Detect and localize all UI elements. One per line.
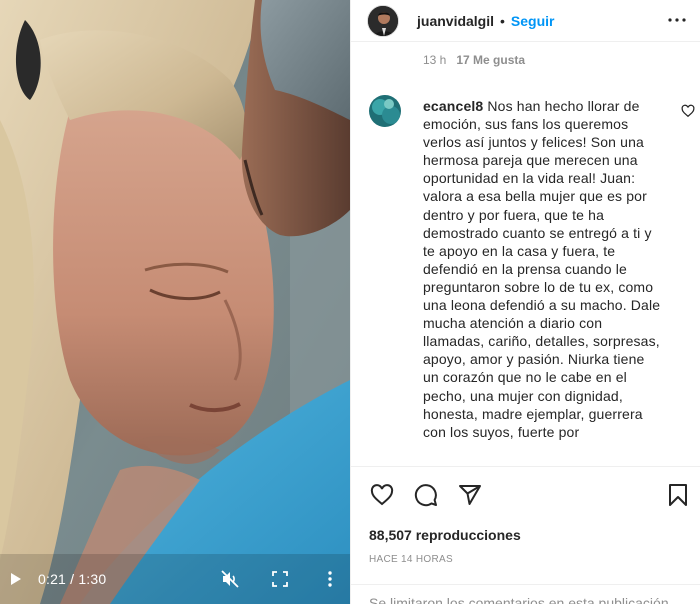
video-time: 0:21 / 1:30: [38, 571, 107, 587]
comment-body: ecancel8 Nos han hecho llorar de emoción…: [423, 97, 661, 441]
video-player[interactable]: 0:21 / 1:30: [0, 0, 350, 604]
view-count[interactable]: 88,507 reproducciones: [369, 527, 521, 543]
post-actions: [351, 466, 700, 522]
share-icon[interactable]: [457, 482, 483, 508]
time-ago: 13 h: [423, 53, 447, 67]
heart-icon[interactable]: [369, 482, 395, 508]
post-header: juanvidalgil • Seguir: [351, 0, 700, 42]
comment-icon[interactable]: [413, 482, 439, 508]
like-comment-heart-icon[interactable]: [681, 104, 695, 118]
comment-text: Nos han hecho llorar de emoción, sus fan…: [423, 98, 661, 440]
video-frame: [0, 0, 350, 604]
follow-button[interactable]: Seguir: [511, 13, 555, 29]
comment-meta: 13 h 17 Me gusta: [423, 53, 525, 67]
separator-dot: •: [500, 12, 505, 29]
play-icon[interactable]: [8, 571, 24, 587]
video-controls: 0:21 / 1:30: [0, 554, 350, 604]
comment-item: ecancel8 Nos han hecho llorar de emoción…: [367, 95, 687, 467]
author-avatar[interactable]: [367, 4, 399, 37]
commenter-avatar[interactable]: [369, 95, 401, 127]
post-timestamp: HACE 14 HORAS: [369, 554, 453, 565]
likes-count[interactable]: 17 Me gusta: [456, 53, 525, 67]
comments-limited-notice: Se limitaron los comentarios en esta pub…: [351, 584, 700, 604]
post-side-panel: juanvidalgil • Seguir 13 h 17 Me gusta ec…: [350, 0, 700, 604]
fullscreen-icon[interactable]: [270, 569, 290, 589]
bookmark-icon[interactable]: [665, 482, 691, 508]
muted-speaker-icon[interactable]: [220, 569, 240, 589]
more-vertical-icon[interactable]: [320, 569, 340, 589]
more-options-icon[interactable]: [665, 8, 689, 32]
author-username[interactable]: juanvidalgil: [417, 13, 494, 29]
commenter-username[interactable]: ecancel8: [423, 98, 483, 114]
